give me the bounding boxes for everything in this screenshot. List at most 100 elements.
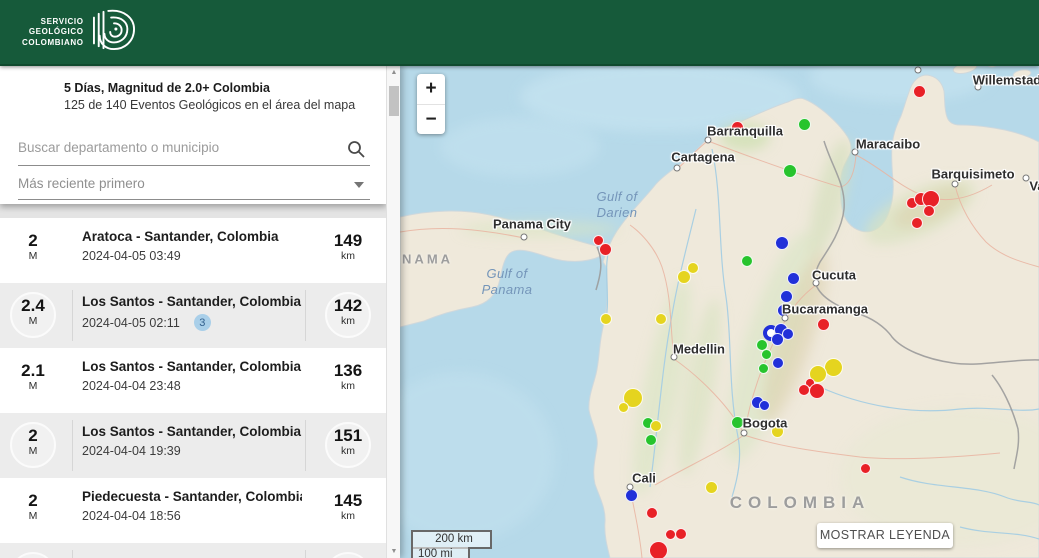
city-label: Cucuta <box>811 267 857 283</box>
label-layer: Barranquilla Cartagena Maracaibo Willemstad… <box>400 66 1039 558</box>
magnitude-value: 2 <box>28 491 38 510</box>
chevron-down-icon <box>354 182 364 188</box>
depth-unit: km <box>341 380 355 392</box>
city-label: Barquisimeto <box>931 166 1015 182</box>
sidebar: 5 Días, Magnitud de 2.0+ Colombia 125 de… <box>0 66 400 558</box>
event-datetime: 2024-04-04 19:39 <box>82 444 181 458</box>
sidebar-scrollbar[interactable]: ▲ ▼ <box>386 66 400 558</box>
divider <box>72 550 73 558</box>
brand-line: GEOLÓGICO <box>28 27 84 37</box>
depth-unit: km <box>341 445 355 457</box>
city-marker <box>951 180 959 188</box>
event-info <box>82 543 302 558</box>
city-marker <box>740 429 748 437</box>
event-magnitude: 2.4 M <box>6 283 60 348</box>
city-label: Bogota <box>742 415 788 431</box>
scroll-up-icon[interactable]: ▲ <box>387 69 400 76</box>
event-row[interactable]: 2 M Aratoca - Santander, Colombia 2024-04-0… <box>0 218 386 283</box>
event-info: Los Santos - Santander, Colombia 2024-04-… <box>82 348 302 393</box>
event-datetime: 2024-04-05 02:11 <box>82 315 180 330</box>
event-location: Los Santos - Santander, Colombia <box>82 294 302 309</box>
city-label: Cartagena <box>671 149 735 165</box>
sgc-logo: SERVICIO GEOLÓGICO COLOMBIANO <box>22 9 138 56</box>
city-marker <box>673 164 681 172</box>
city-label: Bucaramanga <box>782 301 868 317</box>
depth-value: 151 <box>333 426 363 445</box>
show-legend-button[interactable]: MOSTRAR LEYENDA <box>817 523 953 548</box>
country-label: COLOMBIA <box>729 493 871 512</box>
depth-unit: km <box>341 510 355 522</box>
sort-select[interactable]: Más reciente primero <box>18 170 370 200</box>
search-row <box>18 132 370 166</box>
event-magnitude: 2M <box>6 478 60 543</box>
scale-bar-mi: 100 mi <box>411 547 470 558</box>
event-location: Los Santos - Santander, Colombia <box>82 359 302 374</box>
event-datetime: 2024-04-05 03:49 <box>82 249 181 263</box>
brand-line: SERVICIO <box>40 16 84 26</box>
search-input[interactable] <box>18 132 333 155</box>
depth-value: 145 <box>333 491 363 510</box>
map-canvas[interactable]: Barranquilla Cartagena Maracaibo Willemstad… <box>400 66 1039 558</box>
magnitude-value: 2.1 <box>21 361 45 380</box>
cluster-count-badge: 3 <box>193 314 211 331</box>
event-row[interactable]: 2.4 M Los Santos - Santander, Colombia 2024… <box>0 283 386 348</box>
city-label: Maracaibo <box>855 136 921 152</box>
depth-unit: km <box>341 315 355 327</box>
event-meta: 2024-04-05 02:11 3 <box>82 314 302 331</box>
event-meta: 2024-04-05 03:49 <box>82 249 302 263</box>
depth-unit: km <box>341 250 355 262</box>
country-label: PANAMA <box>400 251 454 267</box>
event-info: Piedecuesta - Santander, Colombia 2024-04… <box>82 478 302 523</box>
event-info: Aratoca - Santander, Colombia 2024-04-05 … <box>82 218 302 263</box>
events-title: 5 Días, Magnitud de 2.0+ Colombia <box>64 81 270 95</box>
magnitude-unit: M <box>28 380 38 392</box>
divider <box>305 420 306 471</box>
city-marker <box>914 66 922 74</box>
sgc-spiral-icon <box>90 9 138 56</box>
search-icon[interactable] <box>346 139 366 159</box>
city-label: Cali <box>632 470 656 486</box>
depth-value: 136 <box>333 361 363 380</box>
scroll-down-icon[interactable]: ▼ <box>387 548 400 555</box>
divider <box>305 290 306 341</box>
magnitude-value: 2 <box>28 231 38 250</box>
event-depth: 145 km <box>321 478 375 543</box>
event-datetime: 2024-04-04 18:56 <box>82 509 181 523</box>
magnitude-value: 2.4 <box>21 296 45 315</box>
event-row[interactable]: 2.1 M Los Santos - Santander, Colombia 2024… <box>0 348 386 413</box>
brand-line: COLOMBIANO <box>22 37 84 47</box>
event-depth <box>321 543 375 558</box>
divider <box>72 420 73 471</box>
sort-value: Más reciente primero <box>18 176 145 191</box>
city-label: Va <box>1029 178 1039 194</box>
city-label: Willemstad <box>972 72 1039 88</box>
event-meta: 2024-04-04 19:39 <box>82 444 302 458</box>
sea-label: Gulf of Darien <box>596 189 638 220</box>
brand-text: SERVICIO GEOLÓGICO COLOMBIANO <box>22 17 84 49</box>
city-label: Barranquilla <box>707 123 783 139</box>
event-info: Los Santos - Santander, Colombia 2024-04-… <box>82 283 302 331</box>
map-zoom-control: + − <box>417 74 445 134</box>
magnitude-unit: M <box>28 315 38 327</box>
divider <box>305 550 306 558</box>
event-row[interactable]: 2 M Los Santos - Santander, Colombia 2024-0… <box>0 413 386 478</box>
event-location: Los Santos - Santander, Colombia <box>82 424 302 439</box>
magnitude-unit: M <box>28 445 38 457</box>
event-row[interactable]: 2 M Piedecuesta - Santander, Colombia 2024-… <box>0 478 386 543</box>
event-magnitude: 2M <box>6 413 60 478</box>
zoom-out-button[interactable]: − <box>417 104 445 134</box>
event-location: Piedecuesta - Santander, Colombia <box>82 489 302 504</box>
zoom-in-button[interactable]: + <box>417 74 445 104</box>
event-location: Aratoca - Santander, Colombia <box>82 229 279 244</box>
event-depth: 151 km <box>321 413 375 478</box>
depth-value: 142 <box>333 296 363 315</box>
event-depth: 136 km <box>321 348 375 413</box>
event-datetime: 2024-04-04 23:48 <box>82 379 181 393</box>
events-subtitle: 125 de 140 Eventos Geológicos en el área… <box>64 98 356 112</box>
sea-label: Gulf of Panama <box>481 266 533 297</box>
app-header: SERVICIO GEOLÓGICO COLOMBIANO <box>0 0 1039 66</box>
event-depth: 142 km <box>321 283 375 348</box>
magnitude-unit: M <box>28 250 38 262</box>
event-row[interactable] <box>0 543 386 558</box>
scrollbar-thumb[interactable] <box>389 86 399 116</box>
